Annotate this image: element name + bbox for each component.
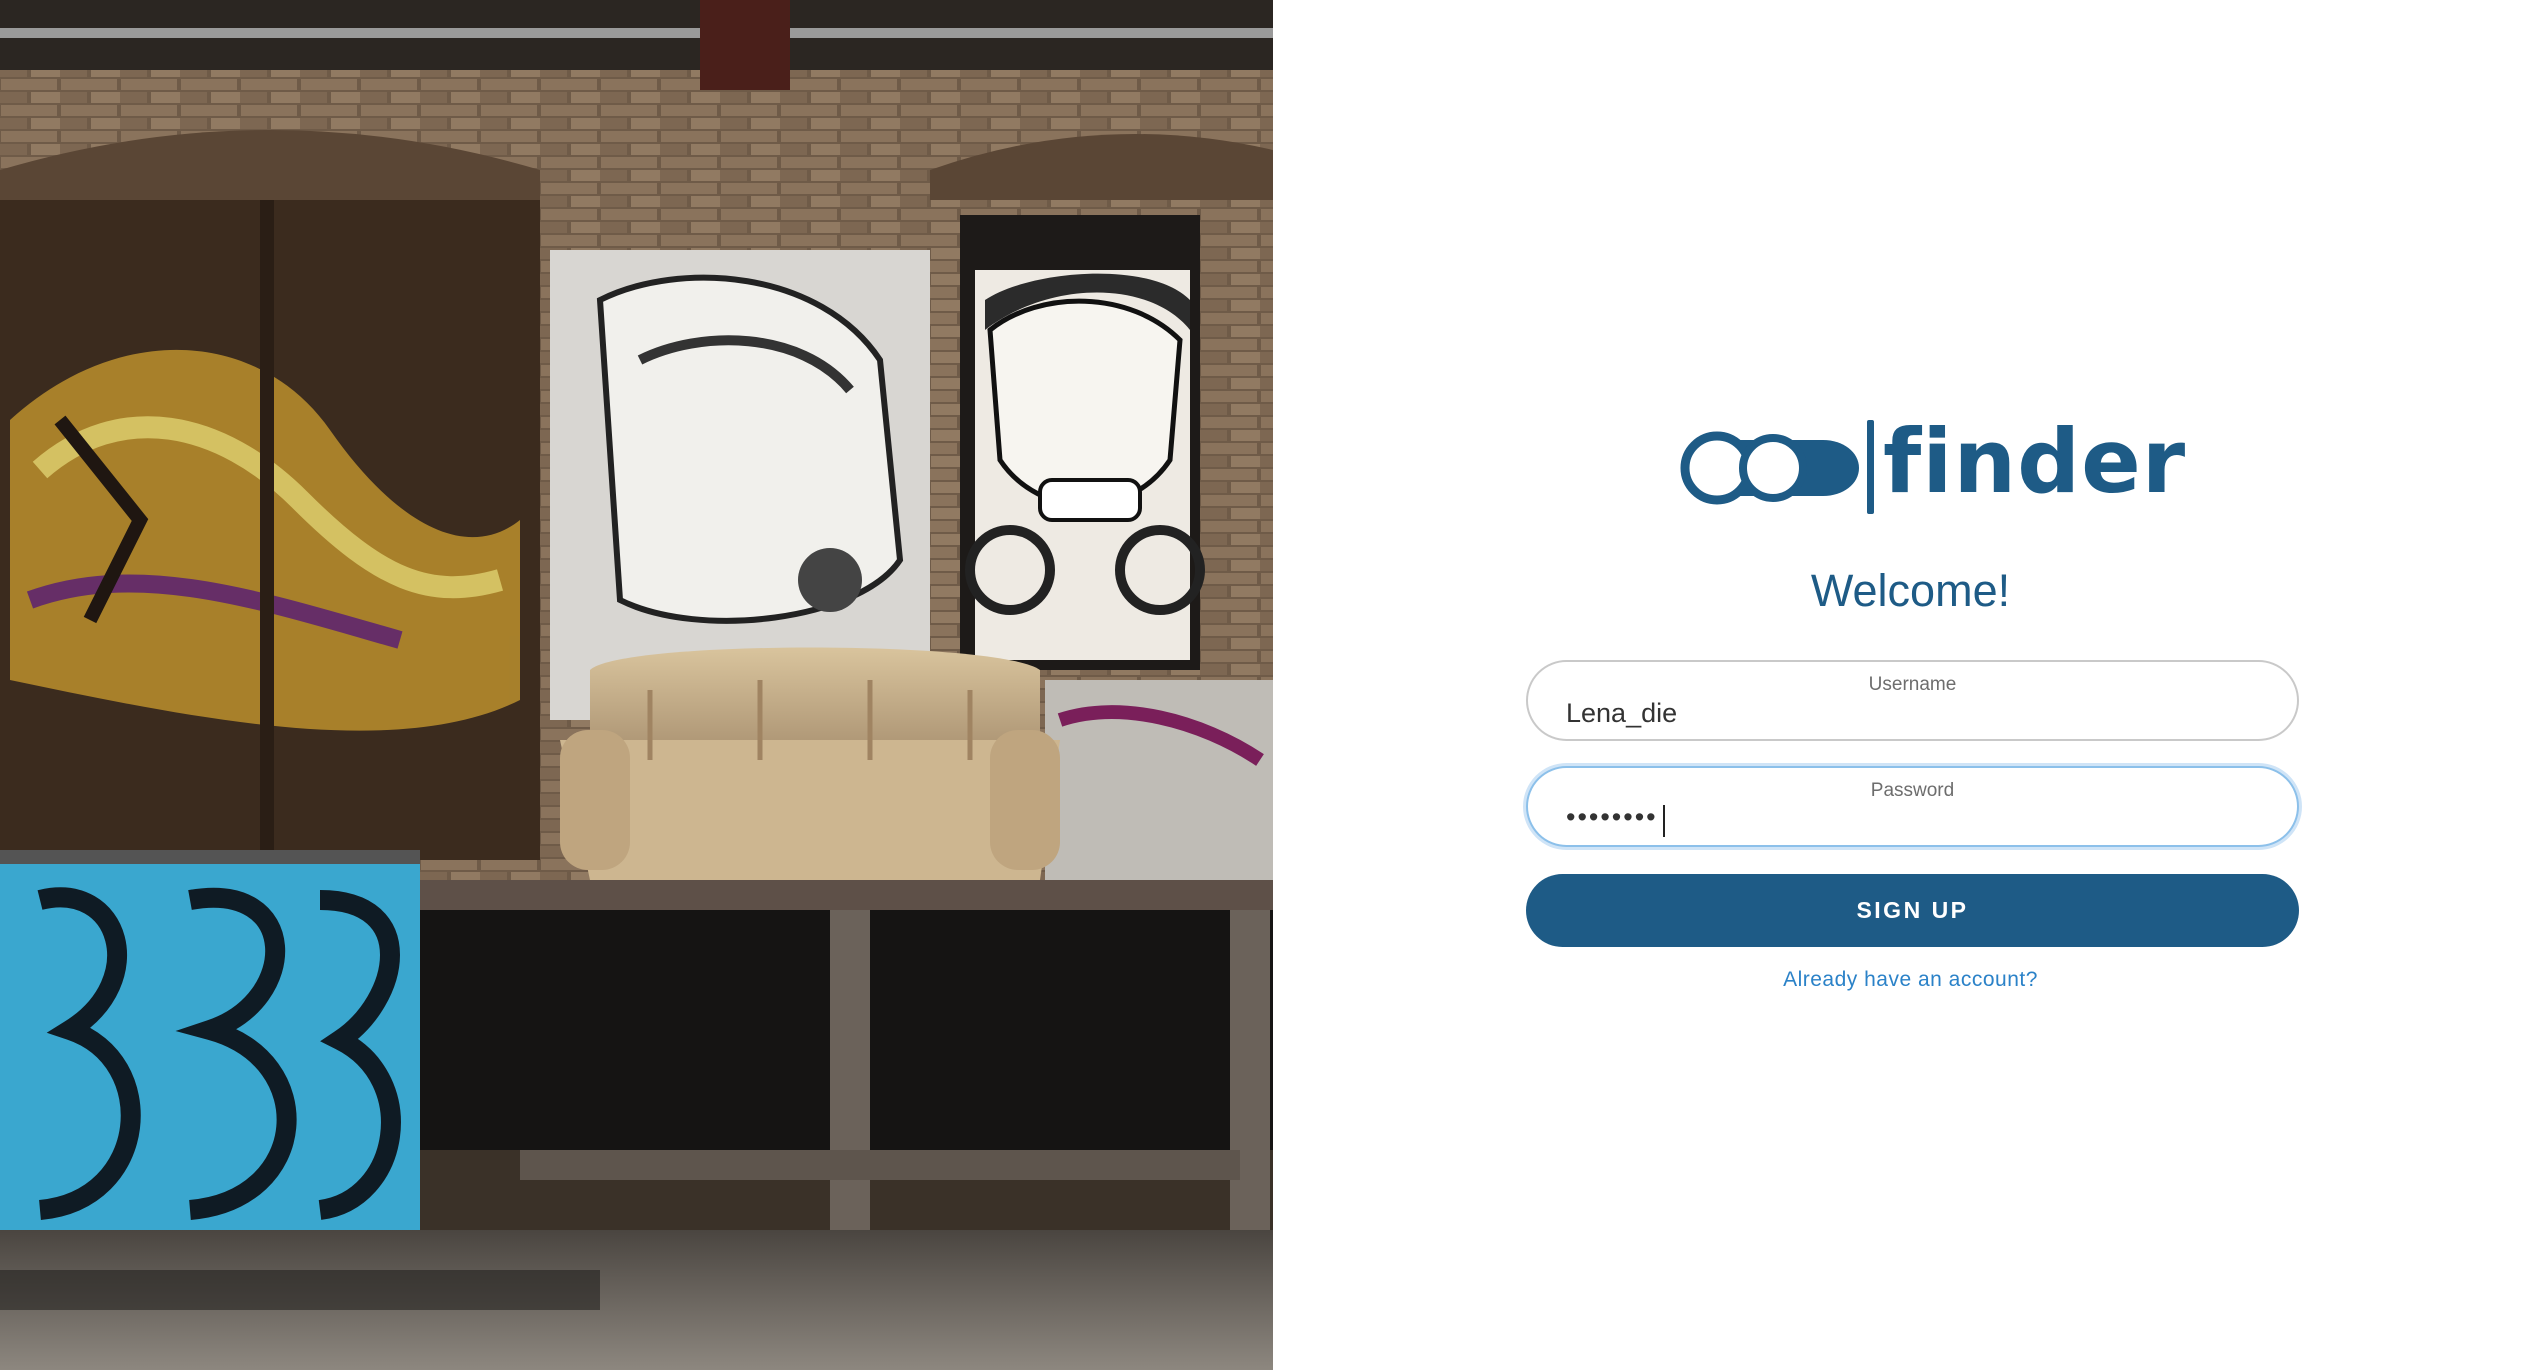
text-caret xyxy=(1663,805,1665,837)
password-label: Password xyxy=(1870,780,1955,801)
username-input[interactable]: Lena_die xyxy=(1566,698,2259,729)
binoculars-icon xyxy=(1680,431,1859,505)
password-input[interactable]: •••••••• xyxy=(1566,802,2259,833)
welcome-heading: Welcome! xyxy=(1810,565,2011,616)
logo-wordmark: finder xyxy=(1883,410,2187,513)
graffiti-wall-image xyxy=(0,0,1273,1370)
signup-panel: finder Welcome! Username Lena_die Passwo… xyxy=(1273,0,2548,1370)
login-link[interactable]: Already have an account? xyxy=(1273,968,2548,992)
logo-divider xyxy=(1867,420,1874,514)
hero-photo xyxy=(0,0,1273,1370)
finder-logo: finder xyxy=(1673,412,2185,518)
sign-up-button[interactable]: SIGN UP xyxy=(1526,874,2299,947)
username-field[interactable]: Username Lena_die xyxy=(1526,660,2299,741)
username-label: Username xyxy=(1868,674,1957,695)
password-field[interactable]: Password •••••••• xyxy=(1526,766,2299,847)
signup-page: finder Welcome! Username Lena_die Passwo… xyxy=(0,0,2548,1370)
